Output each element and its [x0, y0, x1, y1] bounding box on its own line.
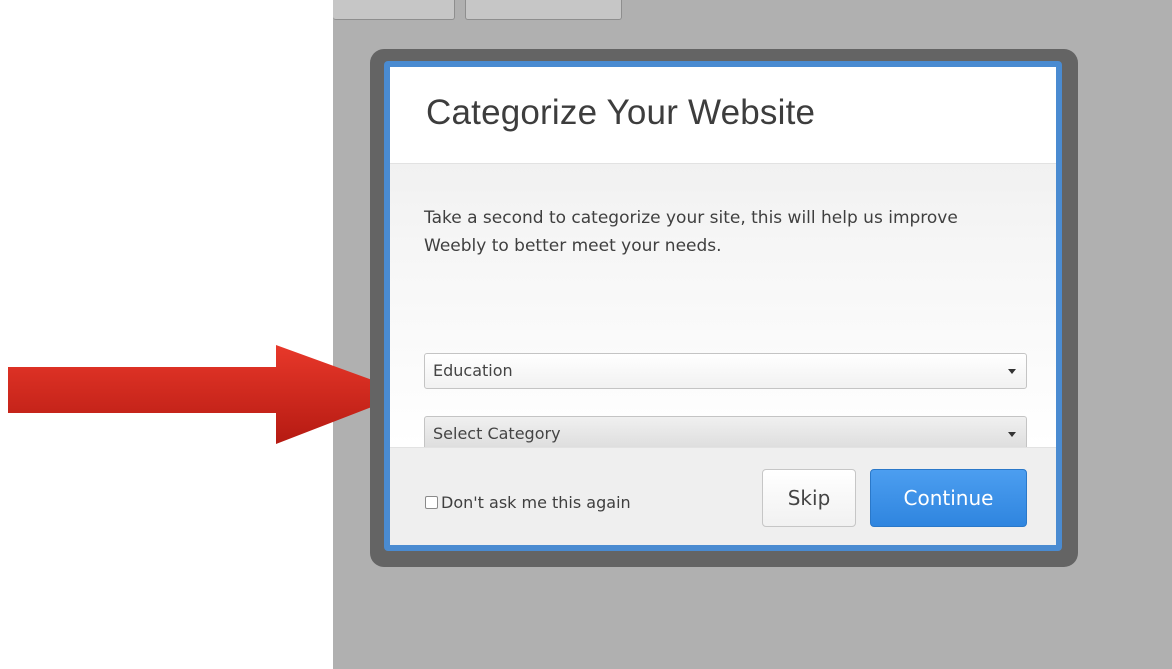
toolbar-button-partial[interactable] [333, 0, 455, 20]
dont-ask-again-label[interactable]: Don't ask me this again [441, 493, 631, 512]
dont-ask-again-checkbox[interactable] [425, 495, 438, 509]
arrow-right-icon [8, 345, 408, 444]
dialog-body: Take a second to categorize your site, t… [390, 164, 1056, 452]
sub-category-value: Select Category [433, 424, 561, 443]
skip-button[interactable]: Skip [762, 469, 856, 527]
dont-ask-again-option[interactable]: Don't ask me this again [425, 492, 631, 512]
dialog-description: Take a second to categorize your site, t… [424, 208, 958, 256]
dialog-title: Categorize Your Website [426, 93, 816, 132]
caret-down-icon [1008, 432, 1016, 437]
caret-down-icon [1008, 369, 1016, 374]
categorize-dialog: Categorize Your Website Take a second to… [384, 61, 1062, 551]
continue-button[interactable]: Continue [870, 469, 1027, 527]
primary-category-select[interactable]: Education [424, 353, 1027, 389]
dialog-header: Categorize Your Website [390, 67, 1056, 164]
primary-category-value: Education [433, 361, 513, 380]
toolbar-button-partial[interactable] [465, 0, 622, 20]
dialog-footer: Don't ask me this again Skip Continue [390, 447, 1056, 545]
dialog-content: Categorize Your Website Take a second to… [390, 67, 1056, 545]
